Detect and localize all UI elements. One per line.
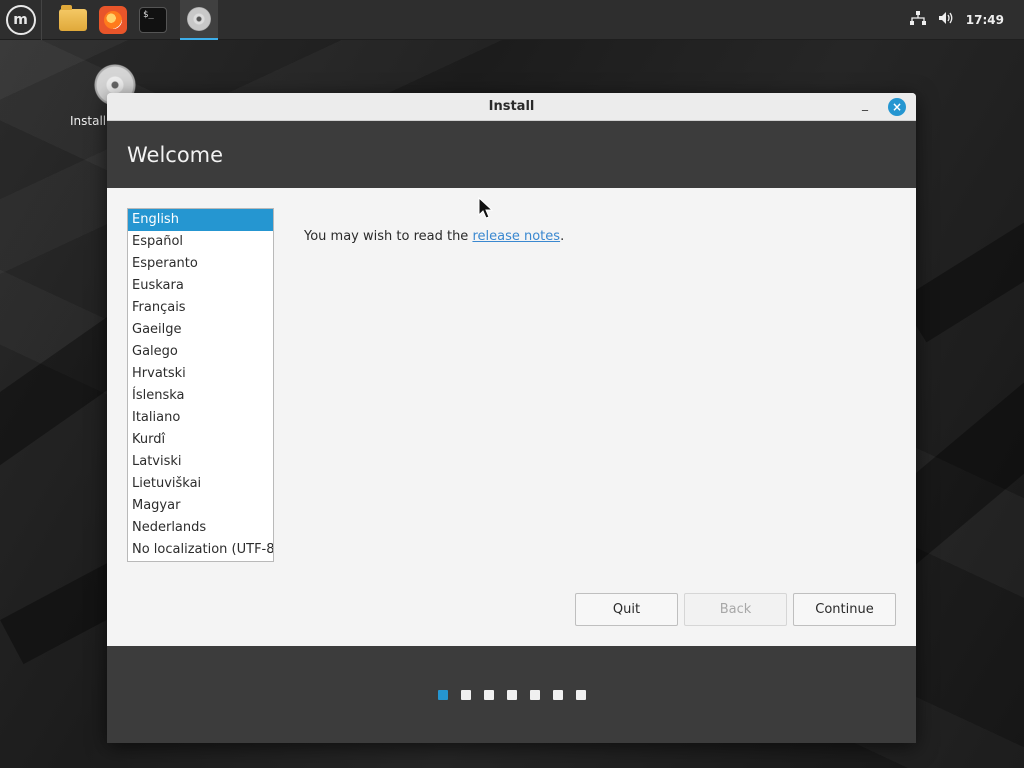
continue-button[interactable]: Continue <box>793 593 896 626</box>
progress-step-dot <box>552 689 563 700</box>
progress-step-dot <box>529 689 540 700</box>
release-notes-link[interactable]: release notes <box>472 229 560 244</box>
linux-mint-logo-icon: m <box>5 4 36 35</box>
menu-button[interactable]: m <box>0 0 42 40</box>
language-item[interactable]: Esperanto <box>128 253 273 275</box>
page-content: English Español Esperanto Euskara Français Ga… <box>107 188 916 646</box>
terminal-launcher[interactable]: $_ <box>138 5 168 35</box>
volume-icon[interactable] <box>938 11 954 29</box>
folder-icon <box>59 4 87 31</box>
language-item[interactable]: No localization (UTF-8) <box>128 539 273 561</box>
back-button[interactable]: Back <box>684 593 787 626</box>
system-tray: 17:49 <box>909 10 1024 29</box>
language-item[interactable]: Italiano <box>128 407 273 429</box>
files-launcher[interactable] <box>58 4 88 35</box>
progress-step-dot <box>483 689 494 700</box>
language-item[interactable]: Latviski <box>128 451 273 473</box>
notes-suffix: . <box>560 229 565 244</box>
language-item[interactable]: Español <box>128 231 273 253</box>
minimize-icon[interactable]: _ <box>858 98 872 113</box>
language-item[interactable]: Hrvatski <box>128 363 273 385</box>
progress-step-dot <box>460 689 471 700</box>
terminal-icon: $_ <box>139 6 167 33</box>
language-item[interactable]: Euskara <box>128 275 273 297</box>
close-icon[interactable]: × <box>888 98 906 116</box>
progress-step-dot <box>575 689 586 700</box>
quit-button[interactable]: Quit <box>575 593 678 626</box>
window-title: Install <box>488 99 535 114</box>
mouse-cursor-icon <box>478 197 494 219</box>
page-header: Welcome <box>107 121 916 188</box>
language-item[interactable]: Gaeilge <box>128 319 273 341</box>
network-icon[interactable] <box>909 10 926 29</box>
panel-launchers: $_ <box>58 0 218 40</box>
progress-indicator <box>437 689 586 700</box>
disc-icon <box>187 6 211 31</box>
page-title: Welcome <box>127 142 224 167</box>
firefox-icon <box>99 5 127 34</box>
progress-footer <box>107 646 916 743</box>
clock[interactable]: 17:49 <box>966 13 1004 27</box>
language-item[interactable]: Galego <box>128 341 273 363</box>
progress-step-dot <box>506 689 517 700</box>
language-item[interactable]: Lietuviškai <box>128 473 273 495</box>
language-item[interactable]: Íslenska <box>128 385 273 407</box>
language-item[interactable]: Kurdî <box>128 429 273 451</box>
language-item[interactable]: Français <box>128 297 273 319</box>
window-titlebar[interactable]: Install _ × <box>107 93 916 121</box>
top-panel: m $_ 17:49 <box>0 0 1024 40</box>
installer-window: Install _ × Welcome English Español Espera… <box>107 93 916 743</box>
firefox-launcher[interactable] <box>98 5 128 35</box>
progress-step-dot <box>437 689 448 700</box>
installer-taskbar-button[interactable] <box>180 0 218 40</box>
language-item[interactable]: Magyar <box>128 495 273 517</box>
language-item[interactable]: Nederlands <box>128 517 273 539</box>
notes-prefix: You may wish to read the <box>304 229 473 244</box>
language-item[interactable]: English <box>128 209 273 231</box>
release-notes-text: You may wish to read the release notes. <box>304 229 564 244</box>
language-list[interactable]: English Español Esperanto Euskara Français Ga… <box>127 208 274 562</box>
